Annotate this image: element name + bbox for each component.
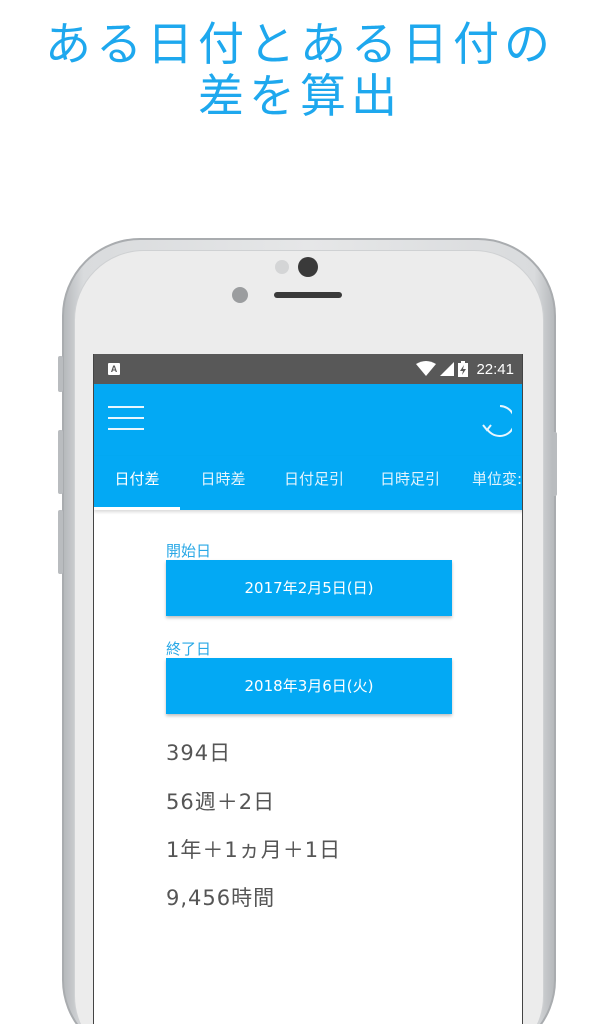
- promo-headline-line-2: 差を算出: [198, 69, 402, 123]
- start-date-button[interactable]: 2017年2月5日(日): [166, 560, 452, 616]
- phone-side-button-left-2: [58, 430, 63, 494]
- menu-icon[interactable]: [108, 404, 146, 432]
- tab-datetime-diff[interactable]: 日時差: [180, 456, 266, 510]
- start-date-label: 開始日: [166, 542, 212, 560]
- refresh-icon[interactable]: [476, 399, 512, 439]
- promo-headline-line-1: ある日付とある日付の: [45, 17, 555, 71]
- tab-unit-conversion[interactable]: 単位変:: [458, 456, 522, 510]
- battery-charging-icon: [458, 361, 469, 377]
- phone-side-button-right: [552, 432, 557, 496]
- notification-icon: A: [108, 363, 120, 375]
- end-date-button[interactable]: 2018年3月6日(火): [166, 658, 452, 714]
- light-sensor: [232, 287, 248, 303]
- app-screen: A 22:41 日付差 日時差 日付足引 日時足引 単位変: 開始日 2017年…: [93, 354, 523, 1024]
- status-bar: A 22:41: [94, 354, 522, 384]
- app-bar: [94, 384, 522, 456]
- end-date-label: 終了日: [166, 640, 212, 658]
- tab-bar: 日付差 日時差 日付足引 日時足引 単位変:: [94, 456, 522, 510]
- earpiece-speaker: [274, 292, 342, 298]
- tab-date-add-subtract[interactable]: 日付足引: [266, 456, 362, 510]
- promo-headline: ある日付とある日付の 差を算出: [0, 18, 600, 122]
- result-days: 394日: [166, 741, 232, 765]
- result-weeks: 56週＋2日: [166, 790, 276, 814]
- front-camera: [298, 257, 318, 277]
- signal-icon: [440, 362, 455, 376]
- proximity-sensor: [275, 260, 289, 274]
- result-hours: 9,456時間: [166, 886, 276, 910]
- main-content: 開始日 2017年2月5日(日) 終了日 2018年3月6日(火) 394日 5…: [94, 510, 522, 1024]
- tab-datetime-add-subtract[interactable]: 日時足引: [362, 456, 458, 510]
- tab-date-diff[interactable]: 日付差: [94, 456, 180, 510]
- result-years-months-days: 1年＋1ヵ月＋1日: [166, 838, 342, 862]
- status-icons: 22:41: [416, 360, 514, 378]
- phone-side-button-left-3: [58, 510, 63, 574]
- wifi-icon: [416, 361, 437, 376]
- status-time: 22:41: [476, 360, 514, 378]
- phone-side-button-left-1: [58, 356, 63, 392]
